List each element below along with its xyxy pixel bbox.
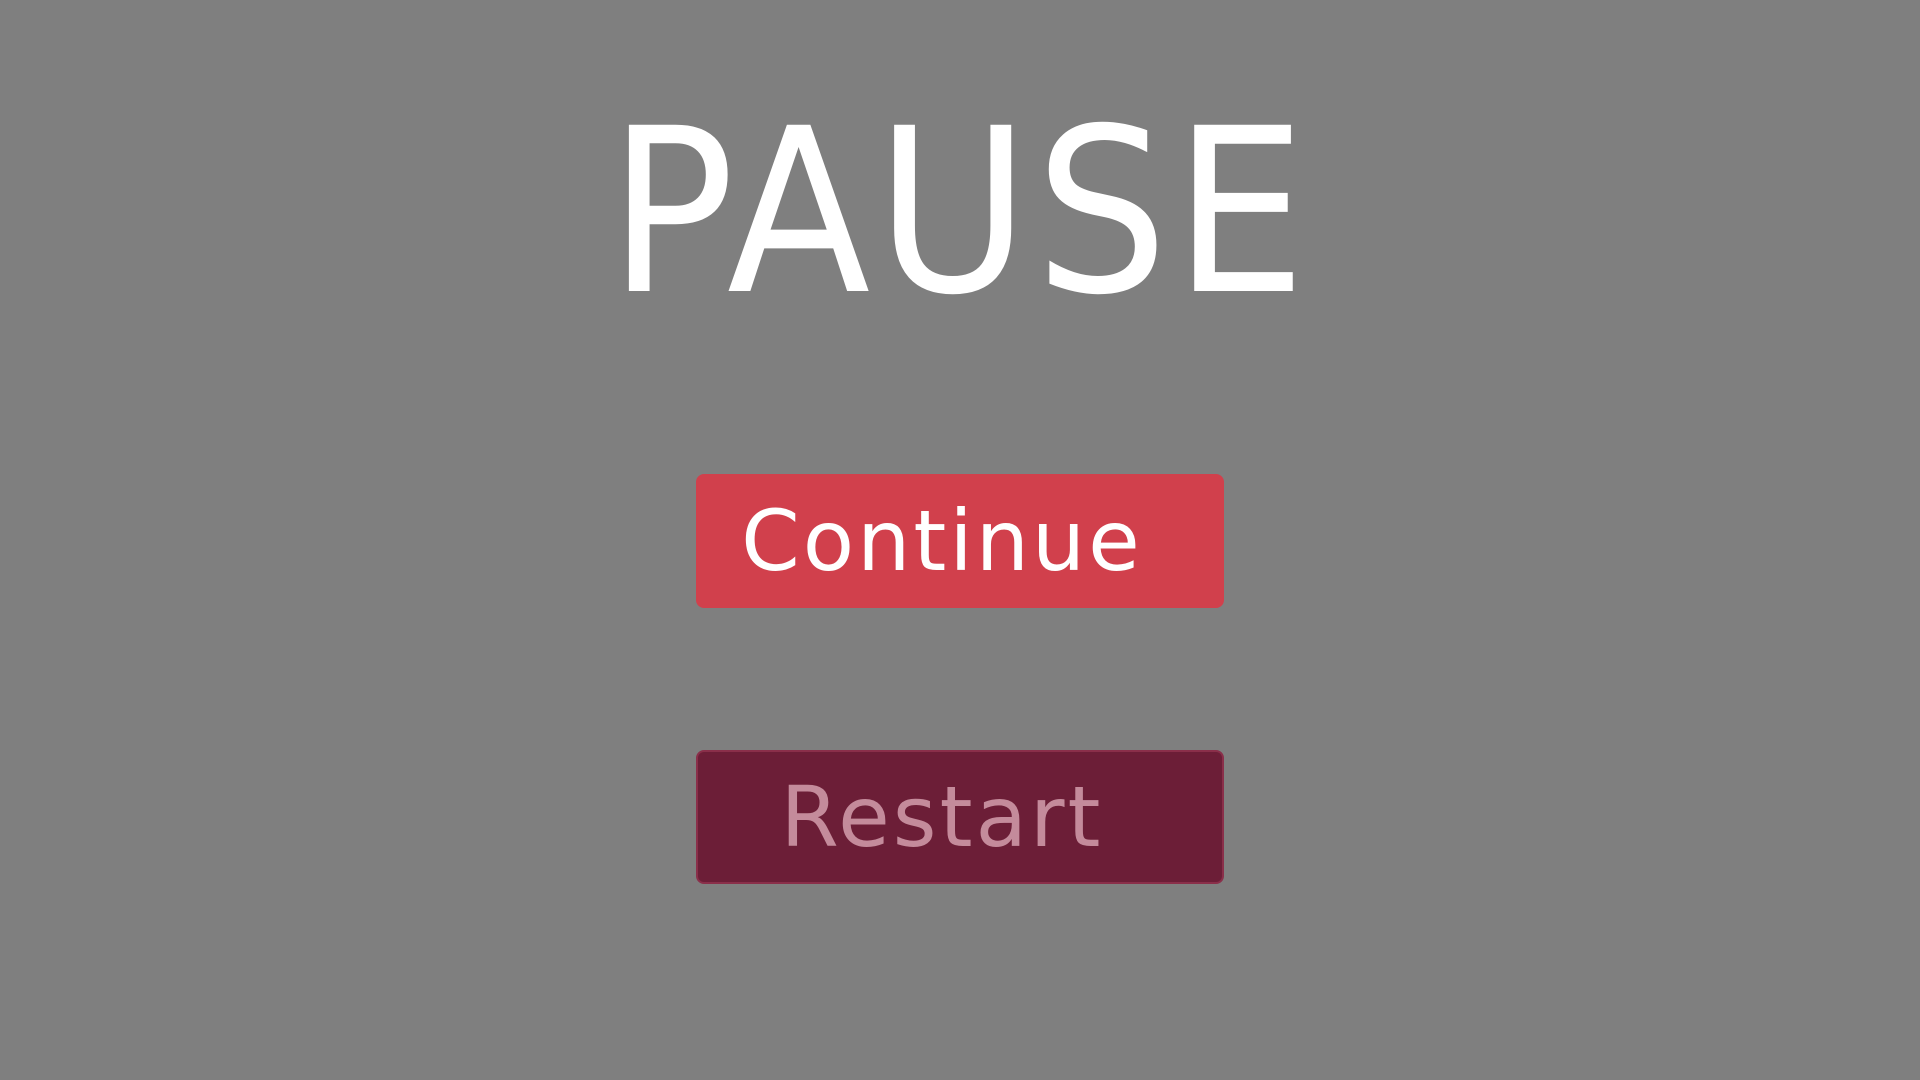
restart-button-label: Restart (780, 768, 1104, 866)
continue-button-label: Continue (741, 492, 1143, 590)
restart-button[interactable]: Restart (696, 750, 1224, 884)
continue-button[interactable]: Continue (696, 474, 1224, 608)
pause-title: PAUSE (608, 79, 1312, 345)
